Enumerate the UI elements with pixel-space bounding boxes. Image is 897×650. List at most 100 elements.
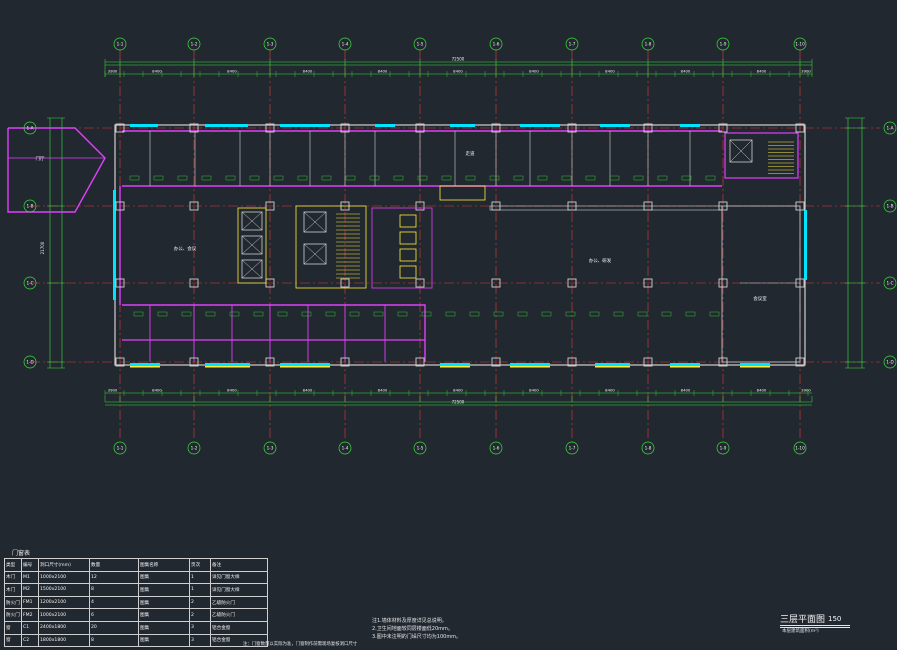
dimension-total: 72500	[452, 57, 465, 62]
dimension-label: 8400	[378, 69, 388, 74]
schedule-cell: C1	[21, 620, 39, 635]
schedule-cell: FM2	[21, 608, 39, 622]
schedule-cell: 图集	[138, 595, 190, 610]
axis-bubble-label: 1-1	[117, 446, 124, 451]
dimension-label: 8400	[681, 69, 691, 74]
restroom-stall	[399, 265, 417, 279]
schedule-cell: 6	[89, 608, 139, 622]
door-tag	[589, 311, 600, 317]
schedule-cell: 木门	[4, 583, 22, 597]
window	[804, 210, 807, 280]
axis-bubble-label: 1-3	[267, 42, 274, 47]
window-sill	[670, 366, 700, 368]
dimension-label: 3900	[801, 388, 811, 393]
schedule-cell: 图集	[138, 570, 190, 585]
window-sill	[440, 366, 470, 368]
schedule-cell: 铝合金窗	[210, 620, 268, 635]
axis-bubble-label: 1-1	[117, 42, 124, 47]
vertical-core	[237, 139, 794, 289]
schedule-cell: 8	[89, 583, 139, 597]
note-line: 3.图中未注明的门垛尺寸均为100mm。	[372, 634, 462, 640]
window	[600, 124, 630, 127]
door-window-schedule: 类型 编号 洞口尺寸(mm) 数量 图集名称 页次 备注 木门 M1 1000x21…	[4, 558, 268, 648]
window	[510, 363, 550, 366]
schedule-header: 备注	[210, 558, 268, 572]
door-tag	[129, 175, 140, 181]
axis-bubble-label: 1-4	[342, 446, 349, 451]
window-sill	[130, 366, 160, 368]
axis-bubble-label: 1-B	[887, 204, 894, 209]
window	[680, 124, 700, 127]
door-tag	[565, 311, 576, 317]
window	[520, 124, 560, 127]
door-tag	[133, 311, 144, 317]
schedule-cell: 乙级防火门	[210, 608, 268, 622]
door-tag	[273, 175, 284, 181]
dimension-label: 8400	[378, 388, 388, 393]
axis-bubble-label: 1-10	[795, 42, 805, 47]
door-tag	[181, 311, 192, 317]
schedule-cell: 1500x2100	[38, 583, 90, 597]
axis-bubble-label: 1-8	[645, 446, 652, 451]
schedule-cell: 图集	[138, 608, 190, 622]
axis-bubble-label: 1-8	[645, 42, 652, 47]
axis-bubble-label: 1-D	[26, 360, 33, 365]
schedule-cell: 2400x1800	[38, 620, 90, 635]
door-tag	[393, 175, 404, 181]
door-tag	[661, 311, 672, 317]
door-tag	[469, 311, 480, 317]
door-tag	[537, 175, 548, 181]
restroom-stall	[399, 248, 417, 262]
axis-bubble-label: 1-7	[569, 446, 576, 451]
restroom-block	[371, 207, 433, 289]
door-tag	[585, 175, 596, 181]
schedule-header: 数量	[89, 558, 139, 572]
schedule-cell: 木门	[4, 570, 22, 585]
window	[595, 363, 630, 366]
schedule-header: 图集名称	[138, 558, 190, 572]
schedule-cell: 详见门窗大样	[210, 583, 268, 597]
door-tag	[201, 175, 212, 181]
schedule-header: 类型	[4, 558, 22, 572]
door-tag	[637, 311, 648, 317]
window-sill	[510, 366, 550, 368]
schedule-cell: 窗	[4, 620, 22, 635]
schedule-cell: 4	[89, 595, 139, 610]
door-tag	[517, 311, 528, 317]
window-sill	[740, 366, 770, 368]
axis-bubble-label: 1-C	[26, 281, 33, 286]
window	[205, 124, 248, 127]
dimension-label: 8400	[227, 388, 237, 393]
axis-bubble-label: 1-7	[569, 42, 576, 47]
dimension-label: 8400	[605, 69, 615, 74]
door-tag	[705, 175, 716, 181]
schedule-header: 洞口尺寸(mm)	[38, 558, 90, 572]
door-tag	[397, 311, 408, 317]
axis-bubble-label: 1-3	[267, 446, 274, 451]
schedule-cell: 20	[89, 620, 139, 635]
window-sill	[280, 366, 330, 368]
door-tag	[609, 175, 620, 181]
axis-bubble-label: 1-2	[191, 42, 198, 47]
schedule-cell: 1200x2100	[38, 595, 90, 610]
door-tag	[225, 175, 236, 181]
schedule-cell: 1	[189, 583, 211, 597]
columns	[115, 123, 805, 367]
title-underline	[780, 625, 850, 626]
schedule-cell: 12	[89, 570, 139, 585]
axis-bubble-label: 1-B	[27, 204, 34, 209]
dimension-label: 8400	[303, 69, 313, 74]
table-row: 窗 C2 1800x1800 8 图集 3 铝合金窗	[4, 633, 268, 648]
door-tag	[249, 175, 260, 181]
dimension-label: 8400	[152, 69, 162, 74]
window	[740, 363, 770, 366]
door-tag	[489, 175, 500, 181]
walls	[7, 124, 807, 368]
wall	[489, 205, 723, 211]
room-labels: 办公、会议办公、研发会议室 门厅 走道	[36, 150, 767, 317]
door-tag	[177, 175, 188, 181]
dimension-label: 8400	[453, 69, 463, 74]
dimension-label: 3900	[108, 388, 118, 393]
door-tag	[465, 175, 476, 181]
dimension-label: 8400	[227, 69, 237, 74]
